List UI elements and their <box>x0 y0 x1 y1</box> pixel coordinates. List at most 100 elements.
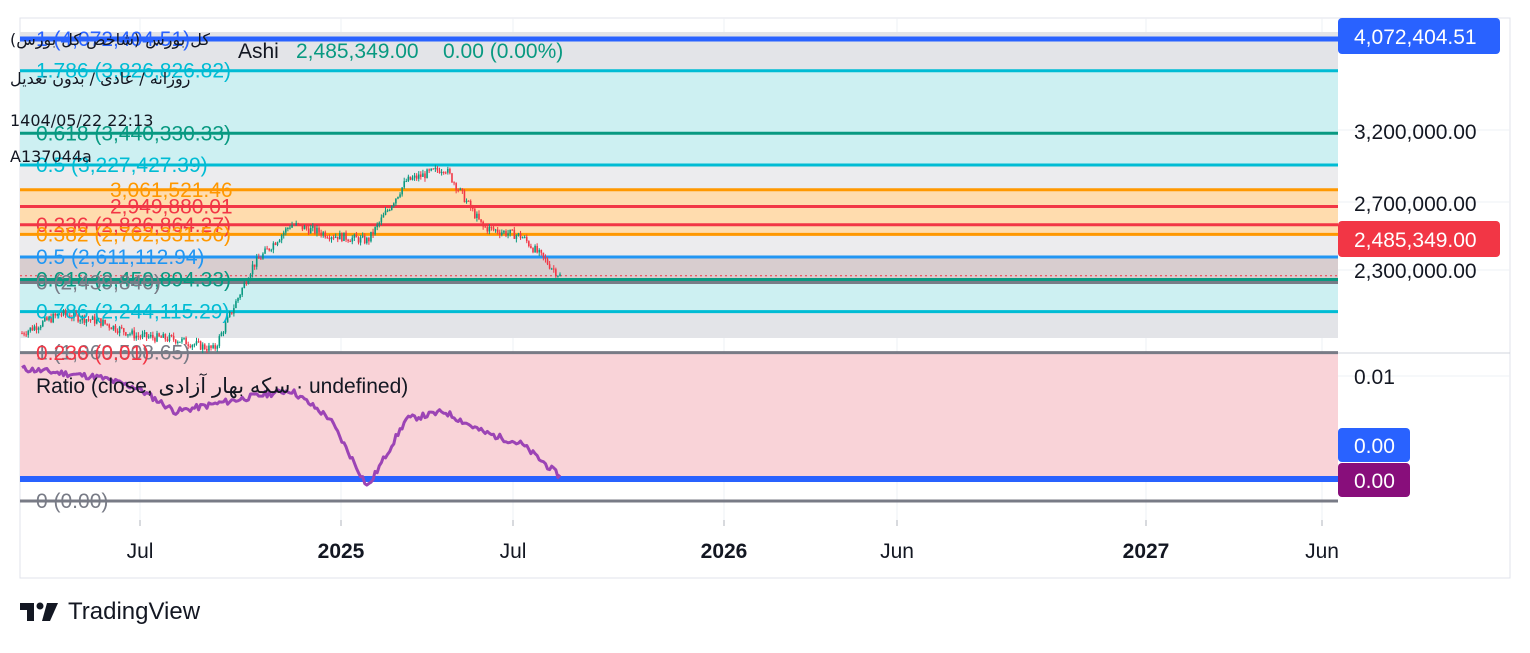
candle-body <box>114 325 117 332</box>
candle-body <box>282 232 285 236</box>
candle-body <box>195 341 198 345</box>
candle <box>341 232 343 243</box>
candle-body <box>309 227 312 234</box>
candle-body <box>253 264 256 267</box>
time-axis-label: 2027 <box>1123 540 1170 563</box>
candle-body <box>444 172 447 174</box>
candle-body <box>490 226 493 228</box>
candle-body <box>372 231 374 235</box>
candle-body <box>21 333 23 335</box>
candle-body <box>523 237 526 239</box>
candle <box>451 172 453 183</box>
candle-body <box>548 264 551 269</box>
candle-body <box>191 345 194 348</box>
candle-body <box>521 237 524 239</box>
candle-body <box>201 344 204 350</box>
candle-body <box>550 268 553 270</box>
candle-body <box>322 232 324 236</box>
candle-body <box>324 232 327 238</box>
candle-body <box>428 169 430 171</box>
candle-body <box>555 269 557 276</box>
candle-body <box>149 334 152 337</box>
candle-body <box>220 332 223 337</box>
candle-body <box>297 223 300 225</box>
candle-body <box>320 232 322 236</box>
candle-body <box>110 327 113 330</box>
candle-body <box>129 333 131 335</box>
candle-body <box>434 167 437 169</box>
candle-body <box>193 344 196 346</box>
candle-body <box>139 336 142 338</box>
price-axis-label: 2,700,000.00 <box>1354 193 1477 216</box>
candle-body <box>540 250 543 253</box>
candle-body <box>376 224 379 228</box>
candle-body <box>266 248 268 250</box>
chart-root[interactable]: 1 (4,072,404.51) 1.786 (3,826,826.82) 0.61… <box>0 0 1530 648</box>
fib-label: 0 (2,439,840) <box>36 271 161 294</box>
candle <box>314 224 316 235</box>
candle-body <box>258 257 260 259</box>
candle-body <box>303 225 306 230</box>
candle-body <box>29 327 32 331</box>
candle-body <box>318 227 320 233</box>
candle-body <box>106 323 108 325</box>
series-change: 0.00 (0.00%) <box>443 40 563 63</box>
candle-body <box>403 181 406 188</box>
candle-body <box>301 224 304 230</box>
candle-body <box>334 236 337 238</box>
candle-body <box>370 231 372 242</box>
candle-body <box>233 308 235 314</box>
candle-body <box>316 227 318 234</box>
candle-body <box>388 210 391 212</box>
ratio-fib-label: 0 (0.00) <box>36 490 108 513</box>
candle-body <box>349 241 352 243</box>
candle-body <box>476 213 478 218</box>
ratio-axis-label: 0.01 <box>1354 366 1395 389</box>
candle-body <box>405 181 408 183</box>
candle-body <box>162 334 165 338</box>
price-axis-label: 3,200,000.00 <box>1354 121 1477 144</box>
candle-body <box>426 169 428 179</box>
candle-body <box>287 228 289 230</box>
candle-body <box>424 173 426 179</box>
time-axis-label: 2026 <box>701 540 748 563</box>
candle-body <box>474 208 476 218</box>
chart-canvas[interactable]: 1 (4,072,404.51)1.786 (3,826,826.82)0.61… <box>0 0 1530 648</box>
time-axis-label: Jul <box>127 540 154 563</box>
candle-body <box>299 224 302 226</box>
candle <box>463 189 466 203</box>
candle-body <box>471 207 474 209</box>
candle <box>370 231 372 243</box>
candle-body <box>546 259 549 265</box>
candle-body <box>158 333 160 337</box>
candle-body <box>507 233 509 236</box>
candle-body <box>25 334 27 336</box>
candle-body <box>243 282 246 289</box>
candle-body <box>496 229 499 233</box>
candle-body <box>272 243 275 250</box>
ratio-blue-badge-text: 0.00 <box>1354 435 1395 458</box>
candle-body <box>498 232 501 235</box>
candle-body <box>513 229 516 239</box>
candle-body <box>330 237 333 240</box>
candle-body <box>37 328 40 330</box>
candle-body <box>525 237 528 242</box>
candle-body <box>160 336 162 338</box>
candle <box>218 334 221 349</box>
candle-body <box>351 237 354 242</box>
candle-body <box>264 248 266 254</box>
candle-body <box>407 176 410 182</box>
candle-body <box>285 228 287 233</box>
candle-body <box>395 198 397 204</box>
candle-body <box>255 257 258 267</box>
candle-body <box>199 341 202 350</box>
candle-body <box>359 237 362 243</box>
candle-body <box>482 221 484 227</box>
tradingview-logo[interactable]: TradingView <box>20 598 200 626</box>
candle-body <box>249 274 252 280</box>
candle-body <box>206 349 208 351</box>
candle-body <box>494 229 497 231</box>
brand-name: TradingView <box>68 598 201 625</box>
candle-body <box>422 173 424 177</box>
candle <box>426 168 428 179</box>
